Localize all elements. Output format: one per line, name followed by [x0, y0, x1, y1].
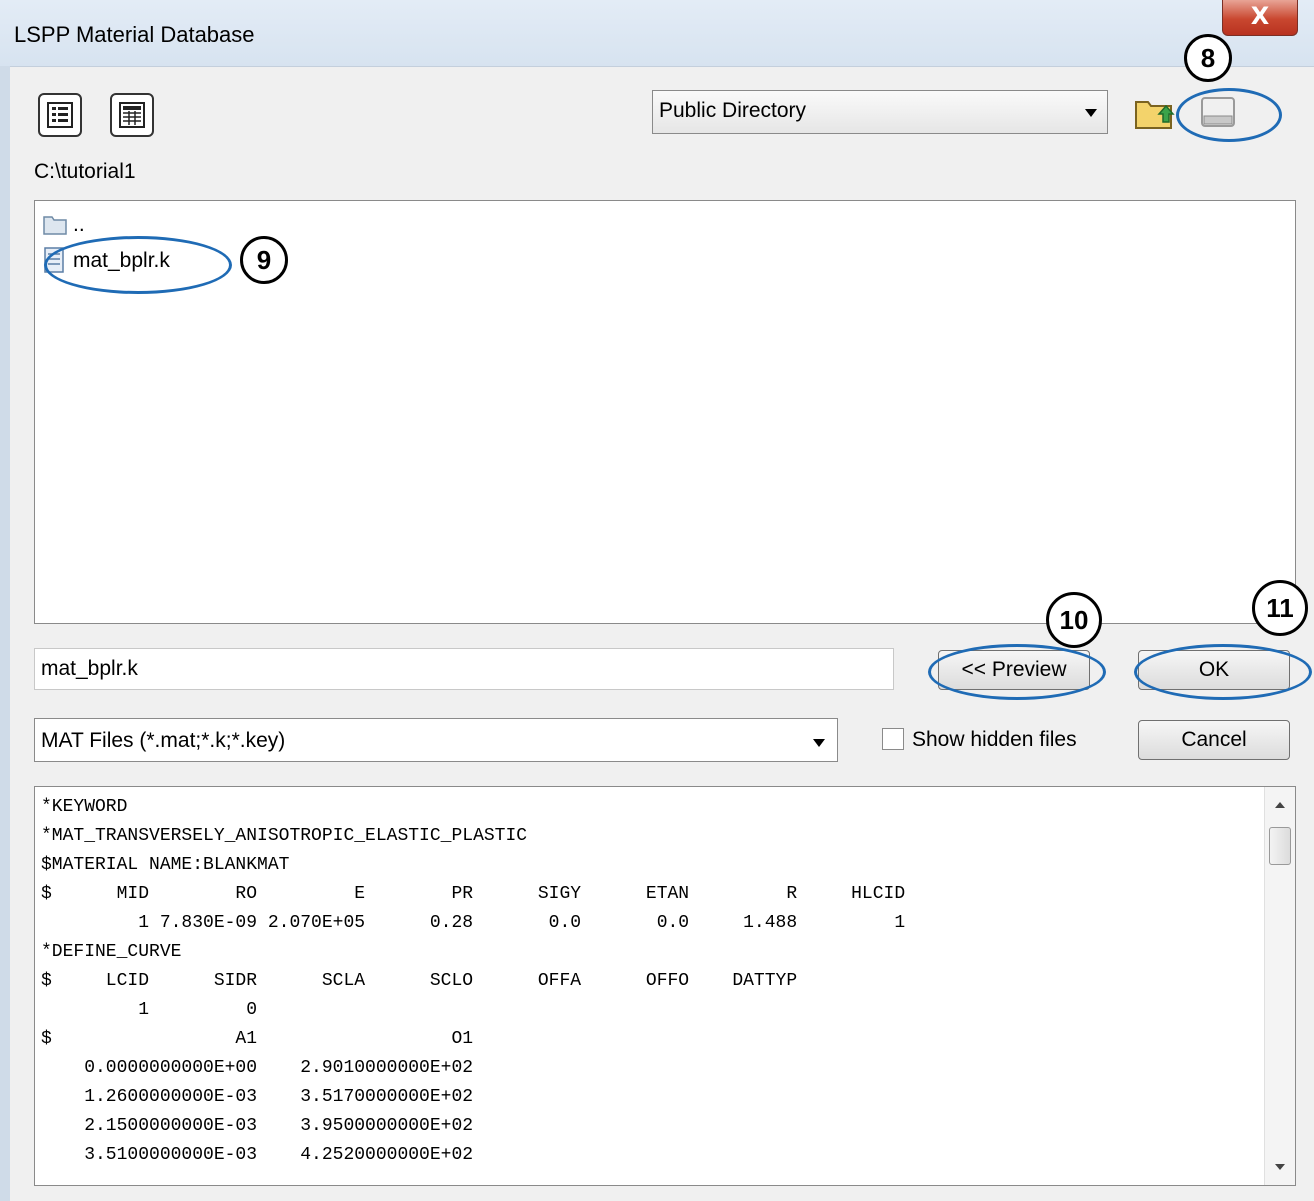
- window-title: LSPP Material Database: [14, 22, 255, 47]
- preview-scrollbar[interactable]: [1264, 787, 1295, 1185]
- filename-field[interactable]: [41, 657, 881, 681]
- show-hidden-checkbox[interactable]: [882, 728, 904, 750]
- preview-line: 1 7.830E-09 2.070E+05 0.28 0.0 0.0 1.488…: [41, 913, 906, 933]
- preview-line: 1 0: [41, 1000, 258, 1020]
- preview-line: $ LCID SIDR SCLA SCLO OFFA OFFO DATTYP: [41, 971, 798, 991]
- highlight-ellipse: [928, 644, 1106, 700]
- preview-line: 2.1500000000E-03 3.9500000000E+02: [41, 1116, 474, 1136]
- preview-line: *KEYWORD: [41, 797, 128, 817]
- preview-line: *MAT_TRANSVERSELY_ANISOTROPIC_ELASTIC_PL…: [41, 826, 528, 846]
- cancel-button[interactable]: Cancel: [1138, 720, 1290, 760]
- folder-up-icon: [1135, 101, 1175, 129]
- callout-10: 10: [1046, 592, 1102, 648]
- window-frame-edge: [0, 66, 10, 1201]
- highlight-ellipse: [1134, 644, 1312, 700]
- close-icon: X: [1250, 2, 1270, 30]
- file-type-value: MAT Files (*.mat;*.k;*.key): [41, 729, 286, 752]
- preview-line: 3.5100000000E-03 4.2520000000E+02: [41, 1145, 474, 1165]
- show-hidden-label: Show hidden files: [912, 728, 1077, 751]
- folder-icon: [43, 216, 67, 235]
- directory-dropdown[interactable]: Public Directory: [652, 90, 1108, 134]
- details-list-icon: [47, 102, 73, 128]
- preview-line: $ A1 O1: [41, 1029, 474, 1049]
- preview-line: $ MID RO E PR SIGY ETAN R HLCID: [41, 884, 906, 904]
- callout-11: 11: [1252, 580, 1308, 636]
- preview-line: $MATERIAL NAME:BLANKMAT: [41, 855, 290, 875]
- chevron-down-icon: [813, 739, 825, 747]
- chevron-down-icon: [1085, 109, 1097, 117]
- scroll-up-icon[interactable]: [1265, 793, 1295, 817]
- preview-line: 0.0000000000E+00 2.9010000000E+02: [41, 1058, 474, 1078]
- highlight-ellipse: [1176, 88, 1282, 142]
- highlight-ellipse: [44, 236, 232, 294]
- callout-9: 9: [240, 236, 288, 284]
- callout-8: 8: [1184, 34, 1232, 82]
- current-path: C:\tutorial1: [34, 160, 136, 183]
- title-bar: LSPP Material Database X: [0, 0, 1314, 67]
- directory-dropdown-value: Public Directory: [659, 99, 807, 122]
- scrollbar-thumb[interactable]: [1269, 827, 1291, 865]
- file-type-dropdown[interactable]: MAT Files (*.mat;*.k;*.key): [34, 718, 838, 762]
- list-item-label: ..: [73, 213, 85, 236]
- preview-pane[interactable]: *KEYWORD *MAT_TRANSVERSELY_ANISOTROPIC_E…: [34, 786, 1296, 1186]
- grid-view-button[interactable]: [110, 93, 154, 137]
- list-view-button[interactable]: [38, 93, 82, 137]
- scroll-down-icon[interactable]: [1265, 1155, 1295, 1179]
- folder-up-button[interactable]: [1132, 90, 1176, 134]
- preview-line: *DEFINE_CURVE: [41, 942, 182, 962]
- close-button[interactable]: X: [1222, 0, 1298, 36]
- preview-line: 1.2600000000E-03 3.5170000000E+02: [41, 1087, 474, 1107]
- grid-list-icon: [119, 102, 145, 128]
- filename-field-box[interactable]: [34, 648, 894, 690]
